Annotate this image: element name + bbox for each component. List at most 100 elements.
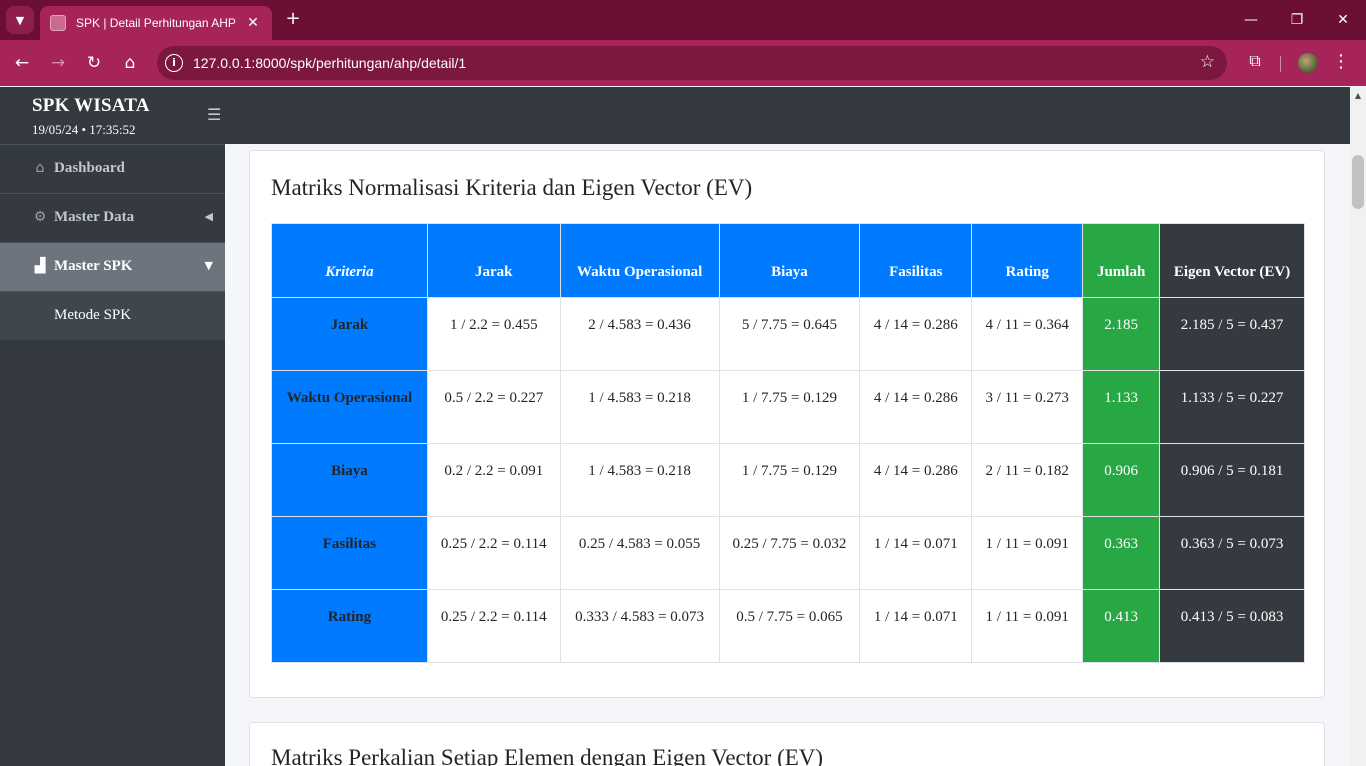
sidebar-item-label: Master Data xyxy=(54,209,135,225)
chevron-left-icon: ◀ xyxy=(204,210,213,223)
url-field[interactable]: i 127.0.0.1:8000/spk/perhitungan/ahp/det… xyxy=(157,46,1227,80)
page-scrollbar[interactable]: ▲ xyxy=(1350,87,1366,766)
profile-avatar[interactable] xyxy=(1298,53,1318,73)
table-cell: 4 / 11 = 0.364 xyxy=(971,297,1084,371)
browser-tab[interactable]: SPK | Detail Perhitungan AHP ✕ xyxy=(40,6,272,40)
top-navbar: ☰ xyxy=(207,87,1350,144)
header-waktu-operasional: Waktu Operasional xyxy=(559,223,720,298)
normalization-card: Matriks Normalisasi Kriteria dan Eigen V… xyxy=(249,150,1325,698)
forward-button[interactable]: → xyxy=(46,51,70,75)
header-eigen-vector: Eigen Vector (EV) xyxy=(1159,223,1305,298)
brand-datetime: 19/05/24 • 17:35:52 xyxy=(32,122,136,137)
sidebar-item-master-spk[interactable]: ▟ Master SPK ▼ xyxy=(0,242,225,291)
chevron-down-icon: ▼ xyxy=(204,259,213,272)
eigen-vector-cell: 0.413 / 5 = 0.083 xyxy=(1159,589,1305,663)
close-window-button[interactable]: ✕ xyxy=(1328,8,1358,32)
table-row: Rating 0.25 / 2.2 = 0.114 0.333 / 4.583 = … xyxy=(271,589,1305,663)
table-cell: 0.5 / 2.2 = 0.227 xyxy=(426,370,561,444)
eigen-vector-cell: 0.906 / 5 = 0.181 xyxy=(1159,443,1305,517)
header-jarak: Jarak xyxy=(426,223,561,298)
browser-menu-icon[interactable]: ⋮ xyxy=(1332,51,1350,72)
header-biaya: Biaya xyxy=(718,223,861,298)
table-cell: 0.25 / 2.2 = 0.114 xyxy=(426,516,561,590)
table-header-row: Kriteria Jarak Waktu Operasional Biaya F… xyxy=(271,223,1305,298)
table-cell: 1 / 7.75 = 0.129 xyxy=(718,370,861,444)
brand: SPK WISATA 19/05/24 • 17:35:52 xyxy=(0,87,225,144)
brand-title[interactable]: SPK WISATA xyxy=(32,95,150,117)
toolbar-divider xyxy=(1280,56,1281,72)
address-bar-row: ← → ↻ ⌂ i 127.0.0.1:8000/spk/perhitungan… xyxy=(0,40,1366,86)
bookmark-star-icon[interactable]: ☆ xyxy=(1200,52,1215,72)
sidebar-item-label: Metode SPK xyxy=(54,307,132,323)
jumlah-cell: 2.185 xyxy=(1082,297,1161,371)
restore-button[interactable]: ❐ xyxy=(1282,8,1312,32)
table-cell: 1 / 14 = 0.071 xyxy=(859,589,973,663)
table-cell: 1 / 14 = 0.071 xyxy=(859,516,973,590)
table-cell: 1 / 11 = 0.091 xyxy=(971,516,1084,590)
table-row: Jarak 1 / 2.2 = 0.455 2 / 4.583 = 0.436 5 /… xyxy=(271,297,1305,371)
table-cell: 0.5 / 7.75 = 0.065 xyxy=(718,589,861,663)
tab-close-icon[interactable]: ✕ xyxy=(244,15,262,31)
sidebar-item-metode-spk[interactable]: Metode SPK xyxy=(0,291,225,340)
table-cell: 1 / 2.2 = 0.455 xyxy=(426,297,561,371)
table-cell: 1 / 7.75 = 0.129 xyxy=(718,443,861,517)
row-kriteria: Waktu Operasional xyxy=(271,370,428,444)
favicon-icon xyxy=(50,15,66,31)
home-icon: ⌂ xyxy=(35,160,45,176)
scroll-thumb[interactable] xyxy=(1352,155,1364,209)
table-cell: 5 / 7.75 = 0.645 xyxy=(718,297,861,371)
new-tab-button[interactable]: + xyxy=(282,8,304,30)
header-jumlah: Jumlah xyxy=(1082,223,1161,298)
jumlah-cell: 0.363 xyxy=(1082,516,1161,590)
home-button[interactable]: ⌂ xyxy=(118,51,142,75)
table-cell: 2 / 4.583 = 0.436 xyxy=(559,297,720,371)
sitemap-icon: ▟ xyxy=(34,258,46,274)
header-kriteria: Kriteria xyxy=(271,223,428,298)
site-info-icon[interactable]: i xyxy=(165,54,183,72)
main-content: Matriks Normalisasi Kriteria dan Eigen V… xyxy=(225,144,1350,766)
eigen-vector-cell: 0.363 / 5 = 0.073 xyxy=(1159,516,1305,590)
sidebar: SPK WISATA 19/05/24 • 17:35:52 ⌂ Dashboa… xyxy=(0,87,225,766)
sidebar-item-label: Master SPK xyxy=(54,258,133,274)
multiplication-card: Matriks Perkalian Setiap Elemen dengan E… xyxy=(249,722,1325,766)
table-cell: 0.25 / 7.75 = 0.032 xyxy=(718,516,861,590)
reload-button[interactable]: ↻ xyxy=(82,51,106,75)
minimize-button[interactable]: — xyxy=(1236,8,1266,32)
table-cell: 0.25 / 4.583 = 0.055 xyxy=(559,516,720,590)
hamburger-menu-icon[interactable]: ☰ xyxy=(207,105,221,124)
tab-search-button[interactable]: ▼ xyxy=(6,6,34,34)
table-cell: 0.25 / 2.2 = 0.114 xyxy=(426,589,561,663)
table-cell: 4 / 14 = 0.286 xyxy=(859,297,973,371)
table-cell: 1 / 4.583 = 0.218 xyxy=(559,370,720,444)
table-row: Fasilitas 0.25 / 2.2 = 0.114 0.25 / 4.583 … xyxy=(271,516,1305,590)
header-fasilitas: Fasilitas xyxy=(859,223,973,298)
sidebar-item-label: Dashboard xyxy=(54,160,125,176)
sidebar-item-master-data[interactable]: ⚙ Master Data ◀ xyxy=(0,193,225,242)
tab-title: SPK | Detail Perhitungan AHP xyxy=(76,16,236,30)
table-cell: 4 / 14 = 0.286 xyxy=(859,370,973,444)
header-rating: Rating xyxy=(971,223,1084,298)
jumlah-cell: 1.133 xyxy=(1082,370,1161,444)
table-cell: 3 / 11 = 0.273 xyxy=(971,370,1084,444)
row-kriteria: Biaya xyxy=(271,443,428,517)
table-cell: 1 / 4.583 = 0.218 xyxy=(559,443,720,517)
cubes-icon: ⚙ xyxy=(33,209,47,225)
jumlah-cell: 0.413 xyxy=(1082,589,1161,663)
url-text: 127.0.0.1:8000/spk/perhitungan/ahp/detai… xyxy=(193,55,467,71)
table-row: Waktu Operasional 0.5 / 2.2 = 0.227 1 / 4.… xyxy=(271,370,1305,444)
back-button[interactable]: ← xyxy=(10,51,34,75)
table-row: Biaya 0.2 / 2.2 = 0.091 1 / 4.583 = 0.218 1… xyxy=(271,443,1305,517)
sidebar-item-dashboard[interactable]: ⌂ Dashboard xyxy=(0,144,225,193)
normalization-table: Kriteria Jarak Waktu Operasional Biaya F… xyxy=(271,223,1305,663)
card-title: Matriks Normalisasi Kriteria dan Eigen V… xyxy=(271,175,753,200)
table-cell: 0.2 / 2.2 = 0.091 xyxy=(426,443,561,517)
extensions-icon[interactable]: ⧉ xyxy=(1244,51,1266,73)
table-cell: 0.333 / 4.583 = 0.073 xyxy=(559,589,720,663)
table-cell: 4 / 14 = 0.286 xyxy=(859,443,973,517)
eigen-vector-cell: 1.133 / 5 = 0.227 xyxy=(1159,370,1305,444)
card-title: Matriks Perkalian Setiap Elemen dengan E… xyxy=(271,745,824,766)
eigen-vector-cell: 2.185 / 5 = 0.437 xyxy=(1159,297,1305,371)
table-cell: 2 / 11 = 0.182 xyxy=(971,443,1084,517)
browser-tab-bar: ▼ SPK | Detail Perhitungan AHP ✕ + — ❐ ✕ xyxy=(0,0,1366,40)
scroll-up-icon[interactable]: ▲ xyxy=(1350,89,1366,103)
